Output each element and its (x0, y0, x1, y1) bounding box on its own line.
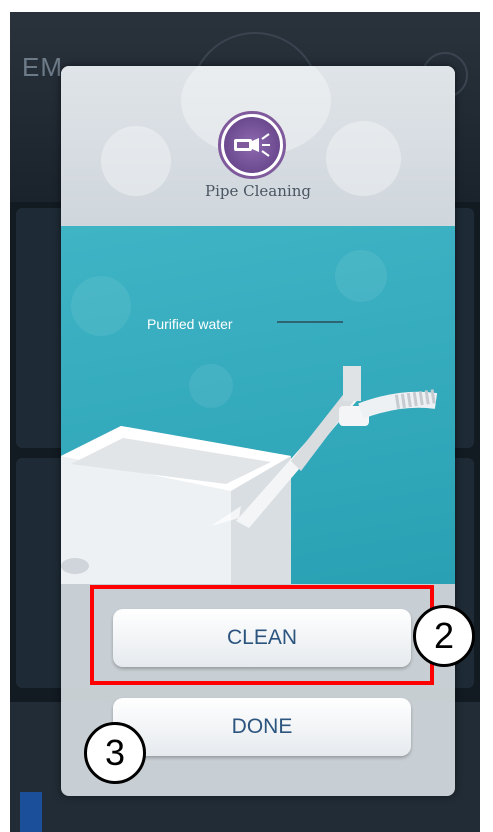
pipe-cleaning-dialog: Pipe Cleaning Purified water CLEAN DONE (61, 66, 455, 796)
nozzle-spray-icon (234, 133, 270, 157)
background-logo: EM (22, 52, 63, 82)
cleaning-illustration: Purified water (61, 226, 455, 584)
highlight-box (90, 585, 434, 685)
pipe-cleaning-icon-inner (224, 117, 280, 173)
step-marker-2: 2 (413, 605, 475, 667)
background-indicator (20, 792, 42, 832)
done-button[interactable]: DONE (113, 698, 411, 756)
dialog-title: Pipe Cleaning (205, 182, 311, 200)
step-marker-3: 3 (84, 722, 146, 784)
callout-label: Purified water (147, 316, 233, 332)
handpiece-sink-illustration (61, 250, 438, 584)
dialog-header: Pipe Cleaning (61, 66, 455, 226)
pipe-cleaning-icon (218, 111, 286, 179)
